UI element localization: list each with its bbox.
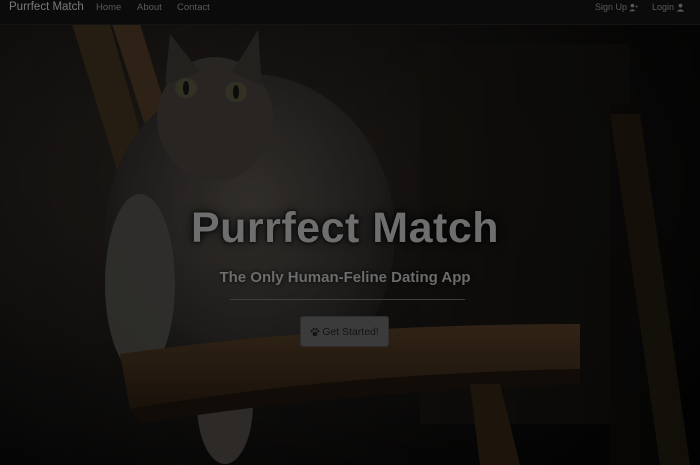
get-started-button[interactable]: Get Started! bbox=[300, 316, 389, 347]
hero-subtitle: The Only Human-Feline Dating App bbox=[219, 269, 471, 286]
paw-icon bbox=[310, 327, 320, 336]
signup-label: Sign Up bbox=[595, 2, 628, 12]
signup-link[interactable]: Sign Up bbox=[595, 2, 638, 13]
hero-title: Purrfect Match bbox=[190, 204, 500, 252]
nav-link-about[interactable]: About bbox=[137, 2, 162, 13]
nav-link-home[interactable]: Home bbox=[96, 2, 121, 13]
user-plus-icon bbox=[629, 3, 638, 12]
top-navbar: Purrfect Match Home About Contact Sign U… bbox=[0, 0, 700, 25]
landing-page: Purrfect Match Home About Contact Sign U… bbox=[0, 0, 700, 465]
nav-link-contact[interactable]: Contact bbox=[177, 2, 210, 13]
user-icon bbox=[676, 3, 685, 12]
get-started-label: Get Started! bbox=[322, 325, 379, 338]
brand-link[interactable]: Purrfect Match bbox=[9, 1, 84, 14]
hero-divider bbox=[230, 299, 465, 300]
login-link[interactable]: Login bbox=[652, 2, 685, 13]
login-label: Login bbox=[652, 2, 675, 12]
